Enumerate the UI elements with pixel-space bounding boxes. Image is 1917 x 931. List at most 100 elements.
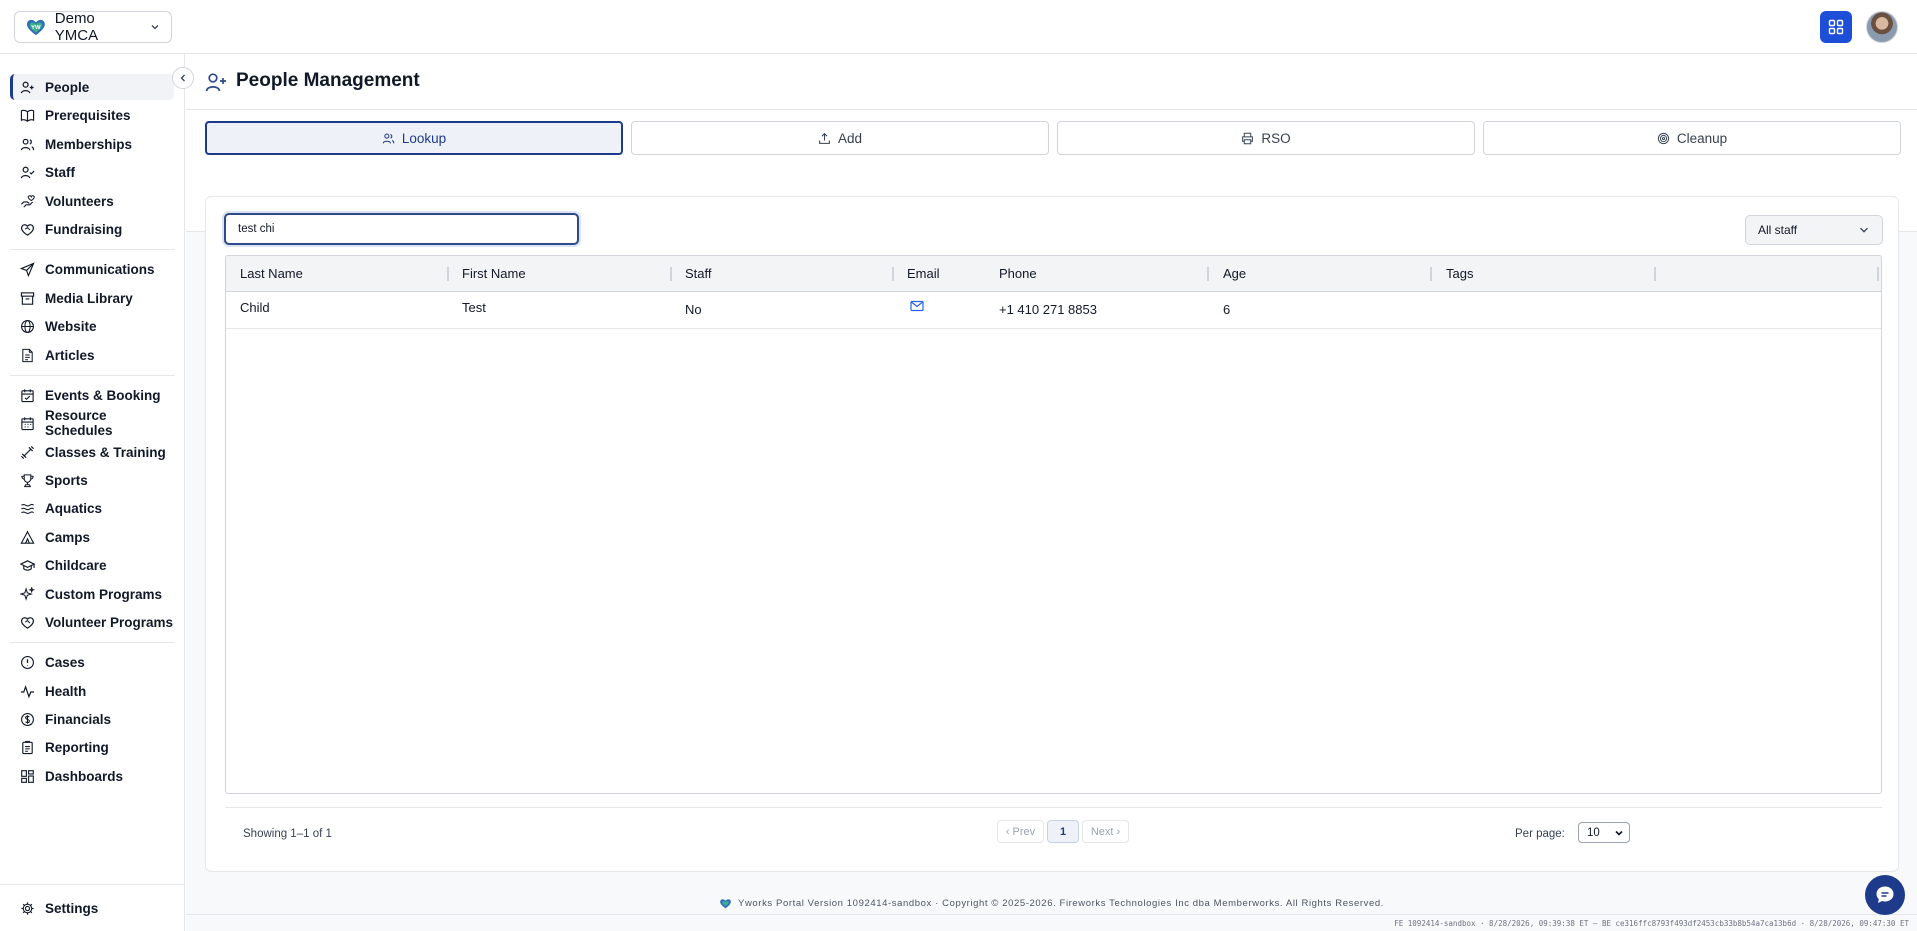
prev-page-button[interactable]: ‹ Prev bbox=[997, 820, 1044, 843]
per-page-value: 10 bbox=[1587, 826, 1600, 839]
cell-age: 6 bbox=[1223, 302, 1231, 317]
sidebar-item-health[interactable]: Health bbox=[10, 678, 174, 704]
sidebar-item-label: Events & Booking bbox=[45, 387, 161, 403]
tab-label: Add bbox=[837, 130, 863, 146]
sidebar: People Prerequisites Memberships Staff V… bbox=[0, 54, 185, 931]
tab-label: Lookup bbox=[401, 130, 447, 146]
table-row[interactable]: Child Test No +1 410 271 8853 6 bbox=[226, 292, 1881, 329]
footer-text: Yworks Portal Version 1092414-sandbox · … bbox=[738, 897, 1384, 909]
sidebar-item-financials[interactable]: Financials bbox=[10, 706, 174, 732]
sparkles-icon bbox=[20, 586, 35, 601]
tent-icon bbox=[20, 530, 35, 544]
sidebar-item-articles[interactable]: Articles bbox=[10, 342, 174, 368]
sidebar-item-website[interactable]: Website bbox=[10, 313, 174, 339]
chevron-left-icon bbox=[180, 74, 185, 82]
apps-grid-button[interactable] bbox=[1820, 11, 1852, 43]
user-plus-icon bbox=[20, 81, 34, 93]
per-page-select[interactable]: 10 bbox=[1578, 822, 1630, 843]
column-header-tags[interactable]: Tags bbox=[1432, 256, 1473, 292]
sidebar-item-label: Camps bbox=[45, 529, 91, 545]
target-icon bbox=[1657, 132, 1669, 144]
dumbbell-icon bbox=[20, 445, 35, 459]
results-count: Showing 1–1 of 1 bbox=[243, 828, 332, 840]
sidebar-item-dashboards[interactable]: Dashboards bbox=[10, 763, 174, 789]
globe-icon bbox=[21, 319, 34, 333]
page-header: People Management bbox=[186, 54, 1917, 110]
sidebar-item-events-booking[interactable]: Events & Booking bbox=[10, 382, 174, 408]
cell-tags bbox=[1432, 292, 1446, 328]
sidebar-item-volunteers[interactable]: Volunteers bbox=[10, 188, 174, 214]
sidebar-item-childcare[interactable]: Childcare bbox=[10, 552, 174, 578]
users-icon bbox=[382, 133, 395, 144]
logo-text: YW bbox=[31, 25, 41, 31]
sidebar-divider bbox=[10, 375, 175, 376]
staff-filter-value: All staff bbox=[1758, 223, 1798, 237]
sidebar-item-label: Resource Schedules bbox=[45, 408, 113, 438]
sidebar-item-label: People bbox=[45, 79, 90, 95]
sidebar-item-label: Health bbox=[45, 683, 87, 699]
sidebar-item-aquatics[interactable]: Aquatics bbox=[10, 495, 174, 521]
sidebar-item-settings[interactable]: Settings bbox=[10, 895, 174, 921]
sidebar-item-label: Settings bbox=[45, 900, 99, 916]
sidebar-item-label: Financials bbox=[45, 711, 112, 727]
build-info: FE 1092414-sandbox · 8/28/2026, 09:39:38… bbox=[186, 914, 1917, 931]
column-header-first-name[interactable]: First Name bbox=[448, 256, 526, 292]
sidebar-item-memberships[interactable]: Memberships bbox=[10, 131, 174, 157]
heart-handshake-icon bbox=[21, 616, 34, 629]
send-icon bbox=[20, 261, 35, 277]
waves-icon bbox=[21, 503, 34, 514]
sidebar-divider bbox=[0, 884, 185, 885]
grid-icon bbox=[1828, 19, 1844, 35]
alert-circle-icon bbox=[21, 655, 34, 669]
footer: Yworks Portal Version 1092414-sandbox · … bbox=[186, 894, 1917, 912]
sidebar-item-reporting[interactable]: Reporting bbox=[10, 734, 174, 760]
column-header-email[interactable]: Email bbox=[893, 256, 940, 292]
sidebar-item-label: Fundraising bbox=[45, 221, 123, 237]
sidebar-item-camps[interactable]: Camps bbox=[10, 524, 174, 550]
sidebar-item-resource-schedules[interactable]: Resource Schedules bbox=[10, 408, 174, 438]
calendar-check-icon bbox=[21, 388, 34, 402]
mail-icon[interactable] bbox=[910, 300, 924, 312]
staff-filter-select[interactable]: All staff bbox=[1745, 215, 1883, 245]
cell-email[interactable] bbox=[893, 292, 924, 328]
column-resize-handle[interactable] bbox=[1654, 267, 1656, 281]
sidebar-item-people[interactable]: People bbox=[10, 74, 174, 100]
sidebar-item-communications[interactable]: Communications bbox=[10, 256, 174, 282]
sidebar-item-custom-programs[interactable]: Custom Programs bbox=[10, 581, 174, 607]
column-resize-handle[interactable] bbox=[1877, 267, 1879, 281]
column-header-phone[interactable]: Phone bbox=[985, 256, 1037, 292]
column-header-staff[interactable]: Staff bbox=[671, 256, 712, 292]
page-1-button[interactable]: 1 bbox=[1047, 820, 1079, 843]
sidebar-item-label: Custom Programs bbox=[45, 586, 163, 602]
upload-icon bbox=[819, 132, 830, 144]
sidebar-collapse-button[interactable] bbox=[172, 67, 194, 89]
tab-lookup[interactable]: Lookup bbox=[205, 121, 623, 155]
next-page-button[interactable]: Next › bbox=[1082, 820, 1129, 843]
sidebar-item-cases[interactable]: Cases bbox=[10, 649, 174, 675]
sidebar-item-label: Cases bbox=[45, 654, 85, 670]
sidebar-item-label: Articles bbox=[45, 347, 95, 363]
sidebar-item-label: Prerequisites bbox=[45, 107, 131, 123]
sidebar-item-label: Volunteers bbox=[45, 193, 114, 209]
sidebar-item-label: Classes & Training bbox=[45, 444, 166, 460]
user-avatar[interactable] bbox=[1866, 11, 1898, 43]
search-input[interactable] bbox=[224, 213, 579, 245]
tab-cleanup[interactable]: Cleanup bbox=[1483, 121, 1901, 155]
chat-button[interactable] bbox=[1865, 875, 1905, 915]
sidebar-item-sports[interactable]: Sports bbox=[10, 467, 174, 493]
clipboard-icon bbox=[22, 740, 33, 754]
sidebar-item-prerequisites[interactable]: Prerequisites bbox=[10, 102, 174, 128]
sidebar-divider bbox=[10, 249, 175, 250]
tab-add[interactable]: Add bbox=[631, 121, 1049, 155]
sidebar-item-staff[interactable]: Staff bbox=[10, 159, 174, 185]
sidebar-item-classes-training[interactable]: Classes & Training bbox=[10, 439, 174, 465]
sidebar-item-volunteer-programs[interactable]: Volunteer Programs bbox=[10, 609, 174, 635]
hand-heart-icon bbox=[21, 194, 35, 208]
sidebar-item-fundraising[interactable]: Fundraising bbox=[10, 216, 174, 242]
org-switcher[interactable]: YW Demo YMCA bbox=[14, 10, 172, 44]
tab-rso[interactable]: RSO bbox=[1057, 121, 1475, 155]
column-header-last-name[interactable]: Last Name bbox=[226, 256, 303, 292]
sidebar-item-media-library[interactable]: Media Library bbox=[10, 285, 174, 311]
column-header-age[interactable]: Age bbox=[1209, 256, 1246, 292]
sidebar-item-label: Media Library bbox=[45, 290, 133, 306]
